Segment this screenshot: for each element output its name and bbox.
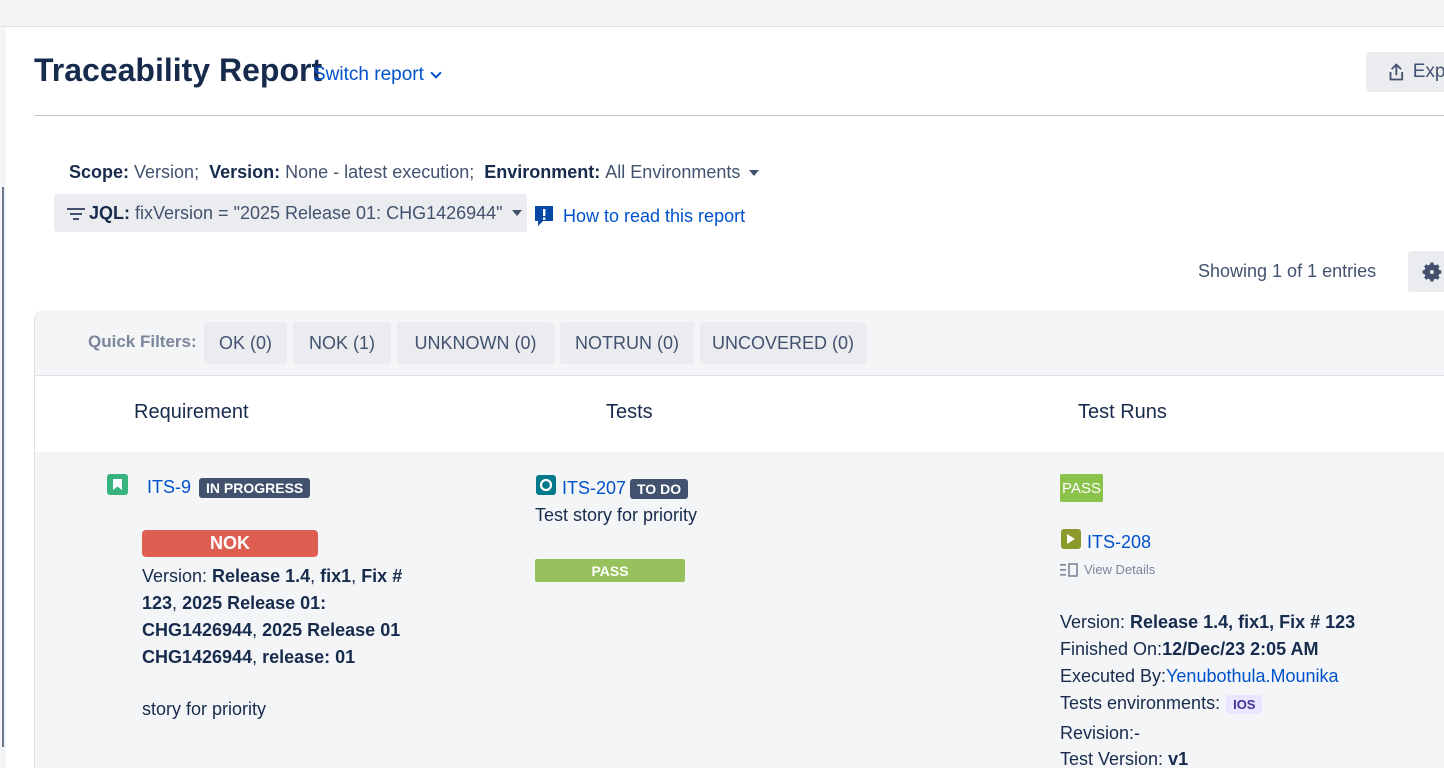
top-bar xyxy=(0,0,1444,27)
story-icon xyxy=(107,474,128,495)
quick-filter-uncovered[interactable]: UNCOVERED (0) xyxy=(700,322,866,364)
header-divider xyxy=(34,115,1444,116)
test-run-executed-by: Executed By:Yenubothula.Mounika xyxy=(1060,666,1339,687)
left-rail xyxy=(0,27,6,768)
jql-filter[interactable]: JQL: fixVersion = "2025 Release 01: CHG1… xyxy=(54,194,527,232)
test-key-link[interactable]: ITS-207 xyxy=(562,478,626,499)
caret-down-icon[interactable] xyxy=(749,169,760,176)
scope-label: Scope: xyxy=(69,162,130,182)
view-details-link[interactable]: View Details xyxy=(1060,562,1155,577)
entries-count: Showing 1 of 1 entries xyxy=(1198,261,1377,281)
help-feedback-icon xyxy=(535,206,553,226)
test-status-badge: TO DO xyxy=(630,479,689,499)
column-header-requirement: Requirement xyxy=(134,401,249,423)
test-run-version-label: Version: xyxy=(1060,612,1131,632)
column-header-tests: Tests xyxy=(606,401,653,423)
export-label: Expo xyxy=(1412,61,1444,82)
jql-value: fixVersion = "2025 Release 01: CHG142694… xyxy=(135,202,503,223)
test-icon xyxy=(536,475,556,495)
executor-link[interactable]: Yenubothula.Mounika xyxy=(1166,666,1338,686)
filter-icon xyxy=(66,206,86,220)
chevron-down-icon xyxy=(430,66,442,79)
test-run-revision: Revision:- xyxy=(1060,723,1141,743)
test-version-value: v1 xyxy=(1168,749,1189,768)
environment-label: Environment: xyxy=(484,162,601,182)
details-icon xyxy=(1060,562,1078,577)
gear-icon xyxy=(1422,262,1442,281)
switch-report-label: Switch report xyxy=(313,64,424,85)
caret-down-icon[interactable] xyxy=(511,210,522,216)
quick-filter-ok[interactable]: OK (0) xyxy=(204,322,287,364)
switch-report-button[interactable]: Switch report xyxy=(313,64,442,86)
environment-dropdown[interactable]: All Environments xyxy=(605,162,740,183)
environments-label: Tests environments: xyxy=(1060,693,1221,713)
test-run-finished: Finished On:12/Dec/23 2:05 AM xyxy=(1060,639,1318,660)
scope-value: Version; xyxy=(134,162,200,182)
test-execution-icon xyxy=(1061,529,1081,549)
how-to-read-label: How to read this report xyxy=(563,205,746,226)
finished-label: Finished On: xyxy=(1060,639,1163,659)
requirement-status-badge: IN PROGRESS xyxy=(199,478,311,498)
view-details-label: View Details xyxy=(1084,562,1156,577)
finished-value: 12/Dec/23 2:05 AM xyxy=(1162,639,1319,659)
requirement-version-label: Version: xyxy=(142,566,213,586)
page-title: Traceability Report xyxy=(34,52,323,88)
test-run-environments: Tests environments: IOS xyxy=(1060,693,1263,714)
left-rail-scroll[interactable] xyxy=(2,187,4,747)
jql-label: JQL: xyxy=(89,202,131,223)
scope-line: Scope: Version; Version: None - latest e… xyxy=(69,162,760,183)
version-item: Release 1.4 xyxy=(212,566,311,586)
version-value: None - latest execution; xyxy=(285,162,475,182)
executed-label: Executed By: xyxy=(1060,666,1167,686)
export-button[interactable]: Expo xyxy=(1366,52,1444,92)
environment-chip: IOS xyxy=(1226,694,1263,714)
column-header-test-runs: Test Runs xyxy=(1078,401,1167,423)
test-version-label: Test Version: xyxy=(1060,749,1169,768)
requirement-summary: story for priority xyxy=(142,699,267,719)
test-summary: Test story for priority xyxy=(535,505,698,525)
test-run-result-badge: PASS xyxy=(1060,474,1103,502)
version-label: Version: xyxy=(209,162,281,182)
test-run-version: Version: Release 1.4, fix1, Fix # 123 xyxy=(1060,612,1355,633)
test-run-key-link[interactable]: ITS-208 xyxy=(1087,532,1151,553)
quick-filter-unknown[interactable]: UNKNOWN (0) xyxy=(397,322,554,364)
version-item: fix1 xyxy=(320,566,352,586)
requirement-versions: Version: Release 1.4, fix1, Fix # 123, 2… xyxy=(142,566,403,667)
requirement-key-link[interactable]: ITS-9 xyxy=(147,477,191,498)
quick-filters-label: Quick Filters: xyxy=(88,332,197,351)
test-result-badge: PASS xyxy=(535,559,685,582)
export-icon xyxy=(1389,63,1404,81)
version-item: release: 01 xyxy=(262,647,356,667)
test-run-test-version: Test Version: v1 xyxy=(1060,749,1188,768)
settings-button[interactable] xyxy=(1408,251,1444,292)
quick-filter-nok[interactable]: NOK (1) xyxy=(293,322,391,364)
how-to-read-link[interactable]: How to read this report xyxy=(533,204,745,228)
requirement-result-badge: NOK xyxy=(142,530,318,557)
quick-filter-notrun[interactable]: NOTRUN (0) xyxy=(560,322,694,364)
test-run-version-value: Release 1.4, fix1, Fix # 123 xyxy=(1130,612,1356,632)
